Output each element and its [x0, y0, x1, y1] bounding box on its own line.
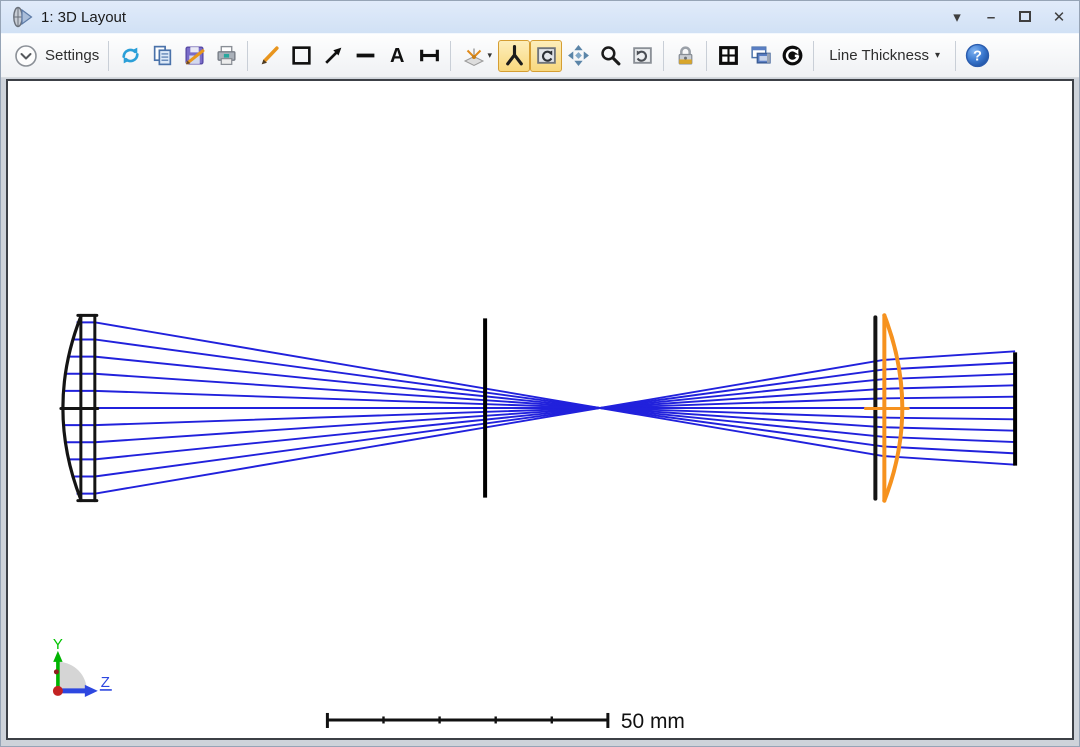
line-thickness-dropdown[interactable]: Line Thickness ▾	[819, 47, 950, 64]
axis-triad: Y Z	[53, 636, 112, 697]
clone-window-icon	[749, 44, 772, 67]
toolbar-separator	[663, 41, 664, 71]
scale-bar-label: 50 mm	[621, 710, 685, 733]
line-thickness-label: Line Thickness	[829, 47, 929, 64]
minimize-icon[interactable]: –	[983, 10, 999, 25]
copy-icon	[151, 44, 174, 67]
settings-button[interactable]: Settings	[10, 44, 103, 68]
text-tool-icon: A	[390, 46, 404, 66]
orbit-tool-icon	[535, 44, 558, 67]
reset-view-icon	[781, 44, 804, 67]
dimension-tool-button[interactable]	[413, 40, 445, 72]
left-lens	[61, 315, 98, 500]
view-3d-button[interactable]: ▾	[456, 40, 498, 72]
toolbar-separator	[247, 41, 248, 71]
refresh-icon	[119, 44, 142, 67]
line-tool-icon	[354, 44, 377, 67]
toolbar: Settings	[1, 34, 1079, 78]
layout-window: 1: 3D Layout ▾ – ✕ Settings	[0, 0, 1080, 747]
fit-window-icon	[717, 44, 740, 67]
help-icon: ?	[965, 43, 990, 68]
zoom-icon	[599, 44, 622, 67]
layout-drawing: 50 mm Y Z	[8, 81, 1072, 738]
close-icon[interactable]: ✕	[1051, 10, 1067, 25]
settings-chevron-icon	[14, 44, 38, 68]
toolbar-separator	[955, 41, 956, 71]
rotate-reset-button[interactable]	[626, 40, 658, 72]
pencil-tool-button[interactable]	[253, 40, 285, 72]
lock-icon	[674, 44, 697, 67]
text-tool-button[interactable]: A	[381, 40, 413, 72]
settings-label: Settings	[45, 47, 99, 64]
axis-z-label: Z	[101, 674, 110, 691]
fit-window-button[interactable]	[712, 40, 744, 72]
dimension-tool-icon	[418, 44, 441, 67]
help-button[interactable]: ?	[961, 40, 993, 72]
toolbar-separator	[706, 41, 707, 71]
toolbar-separator	[813, 41, 814, 71]
ray-fan-tool-button[interactable]	[498, 40, 530, 72]
print-icon	[215, 44, 238, 67]
clone-window-button[interactable]	[744, 40, 776, 72]
window-title: 1: 3D Layout	[41, 9, 126, 26]
pencil-icon	[258, 44, 281, 67]
copy-button[interactable]	[146, 40, 178, 72]
window-dropdown-icon[interactable]: ▾	[949, 10, 965, 25]
axis-origin-dot	[53, 686, 63, 696]
pan-icon	[567, 44, 590, 67]
svg-text:?: ?	[973, 49, 982, 65]
titlebar[interactable]: 1: 3D Layout ▾ – ✕	[1, 1, 1079, 34]
toolbar-separator	[450, 41, 451, 71]
ray-fan-tool-icon	[503, 44, 526, 67]
orbit-tool-button[interactable]	[530, 40, 562, 72]
layout-canvas[interactable]: 50 mm Y Z	[6, 79, 1074, 740]
orange-lens	[865, 315, 908, 500]
lock-button[interactable]	[669, 40, 701, 72]
layout-3d-window-icon	[11, 5, 33, 29]
refresh-button[interactable]	[114, 40, 146, 72]
toolbar-separator	[108, 41, 109, 71]
save-icon	[183, 44, 206, 67]
line-thickness-caret-icon: ▾	[935, 50, 940, 61]
pan-button[interactable]	[562, 40, 594, 72]
zoom-button[interactable]	[594, 40, 626, 72]
view-3d-caret-icon: ▾	[487, 50, 492, 61]
print-button[interactable]	[210, 40, 242, 72]
rectangle-tool-icon	[290, 44, 313, 67]
arrow-tool-icon	[322, 44, 345, 67]
maximize-icon[interactable]	[1017, 10, 1033, 25]
save-button[interactable]	[178, 40, 210, 72]
rectangle-tool-button[interactable]	[285, 40, 317, 72]
reset-view-button[interactable]	[776, 40, 808, 72]
scale-bar: 50 mm	[327, 710, 684, 733]
rotate-reset-icon	[631, 44, 654, 67]
arrow-tool-button[interactable]	[317, 40, 349, 72]
view-3d-icon	[462, 44, 486, 68]
line-tool-button[interactable]	[349, 40, 381, 72]
axis-y-label: Y	[53, 636, 63, 653]
